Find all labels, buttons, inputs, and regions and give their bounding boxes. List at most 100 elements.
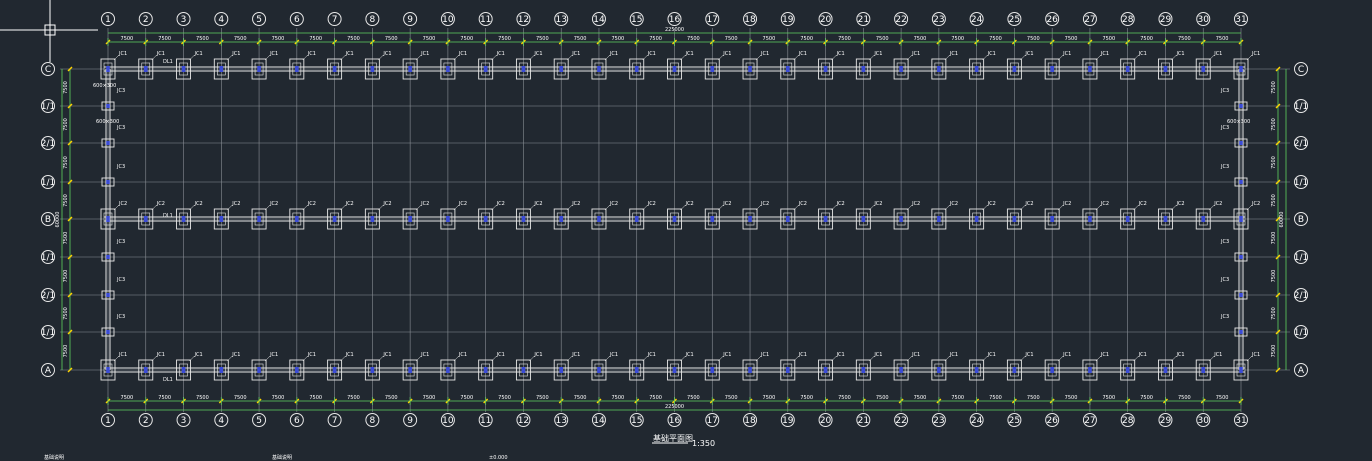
footer-note-3: ±0.000 [489, 455, 508, 461]
foundation-label: JC1 [1213, 352, 1222, 358]
steel-column [181, 66, 186, 72]
steel-column [1201, 216, 1206, 222]
dim-text-bay: 7500 [800, 395, 813, 401]
footer-note-1: 基础说明 [44, 454, 64, 461]
axis-bubble-label: 15 [631, 15, 642, 25]
foundation-label: JC2 [496, 201, 505, 207]
dim-text-bay: 7500 [725, 395, 738, 401]
foundation-label: JC2 [533, 201, 542, 207]
steel-column [1125, 367, 1130, 373]
steel-column [823, 66, 828, 72]
row-axis-bubble-label: 2/1 [1294, 139, 1308, 149]
dim-text-side: 7500 [63, 307, 69, 320]
foundation-label: JC1 [496, 352, 505, 358]
dim-text-side: 7500 [63, 232, 69, 245]
foundation-label: JC1 [571, 352, 580, 358]
foundation-label: JC2 [458, 201, 467, 207]
gable-pad-label: JC3 [1220, 314, 1229, 320]
steel-column [106, 66, 110, 72]
dim-text-bay: 7500 [951, 395, 964, 401]
row-axis-bubble-label: 2/1 [1294, 291, 1308, 301]
beam-label-mid: DL1 [163, 213, 173, 219]
dim-text-bay: 7500 [951, 36, 964, 42]
steel-column [521, 216, 526, 222]
steel-column [861, 216, 866, 222]
steel-column [295, 367, 299, 373]
foundation-label: JC1 [1100, 352, 1109, 358]
foundation-label: JC2 [156, 201, 165, 207]
dim-text-bay: 7500 [763, 36, 776, 42]
dim-text-side: 7500 [1271, 345, 1277, 358]
axis-bubble-label: 2 [143, 416, 149, 426]
steel-column [521, 66, 526, 72]
axis-bubble-label: 22 [895, 15, 906, 25]
foundation-label: JC1 [345, 51, 354, 57]
foundation-label: JC2 [571, 201, 580, 207]
dim-text-bay: 7500 [234, 36, 247, 42]
foundation-label: JC1 [382, 352, 391, 358]
gable-pad-label: JC3 [116, 88, 125, 94]
steel-column [332, 66, 337, 72]
row-axis-bubble-label: C [1298, 65, 1304, 75]
foundation-label: JC2 [269, 201, 278, 207]
axis-bubble-label: 25 [1009, 15, 1020, 25]
foundation-label: JC2 [382, 201, 391, 207]
steel-column [1125, 66, 1130, 72]
foundation-label: JC1 [1062, 51, 1071, 57]
foundation-label: JC1 [722, 352, 731, 358]
axis-bubble-label: 11 [480, 15, 491, 25]
cad-drawing-canvas[interactable]: 7500 7500 7500 7500 7500 7500 7500 7500 7500 7500… [0, 0, 1372, 461]
foundation-plan-drawing: 7500 7500 7500 7500 7500 7500 7500 7500 7500 7500… [0, 0, 1308, 461]
foundation-label: JC1 [458, 51, 467, 57]
dim-text-bay: 7500 [309, 395, 322, 401]
foundation-label: JC1 [269, 352, 278, 358]
gable-pad-label: JC3 [116, 164, 125, 170]
foundation-label: JC1 [307, 51, 316, 57]
steel-column [710, 216, 715, 222]
foundation-label: JC1 [760, 51, 769, 57]
dim-text-bay: 7500 [309, 36, 322, 42]
steel-column [823, 367, 828, 373]
foundation-label: JC2 [911, 201, 920, 207]
steel-column [710, 66, 715, 72]
foundation-label: JC2 [1213, 201, 1222, 207]
steel-column [446, 66, 450, 72]
axis-bubble-label: 28 [1122, 416, 1134, 426]
drawing-title-block: 基础平面图 1:350 基础说明 基础说明 ±0.000 [44, 433, 715, 461]
dim-text-side: 7500 [63, 156, 69, 169]
foundation-label: JC1 [647, 352, 656, 358]
foundation-label: JC1 [949, 352, 958, 358]
dim-text-bay: 7500 [611, 395, 624, 401]
dim-text-side: 7500 [1271, 232, 1277, 245]
axis-bubble-label: 16 [669, 416, 681, 426]
dim-text-bay: 7500 [687, 36, 700, 42]
foundation-label: JC2 [118, 201, 127, 207]
axis-bubble-label: 19 [782, 416, 794, 426]
steel-column [1050, 367, 1054, 373]
dim-text-bay: 7500 [1216, 395, 1229, 401]
steel-column [937, 216, 941, 222]
column-axis-bubbles-bottom: 1 2 3 4 5 6 7 8 9 10 11 12 13 14 15 16 17 18 19 20 21 22 23 24 2… [101, 413, 1248, 427]
dim-text-bay: 7500 [498, 395, 511, 401]
axis-bubble-label: 21 [858, 416, 869, 426]
foundation-label: JC1 [873, 352, 882, 358]
steel-column [483, 367, 488, 373]
axis-bubble-label: 9 [407, 416, 413, 426]
steel-column [332, 367, 337, 373]
dim-text-bay: 7500 [121, 36, 134, 42]
axis-bubble-label: 4 [218, 416, 224, 426]
foundation-label: JC1 [836, 51, 845, 57]
axis-bubble-label: 23 [933, 15, 944, 25]
dim-text-side: 7500 [63, 345, 69, 358]
row-axis-bubble-label: 1/1 [41, 178, 55, 188]
axis-bubble-label: 18 [744, 15, 756, 25]
steel-column [1012, 216, 1017, 222]
steel-column [1012, 367, 1017, 373]
axis-bubble-label: 1 [105, 416, 111, 426]
dim-text-bay: 7500 [989, 395, 1002, 401]
foundation-label: JC1 [798, 51, 807, 57]
axis-bubble-label: 6 [294, 416, 300, 426]
steel-column [295, 216, 299, 222]
axis-bubble-label: 2 [143, 15, 149, 25]
dim-text-side: 7500 [63, 118, 69, 131]
